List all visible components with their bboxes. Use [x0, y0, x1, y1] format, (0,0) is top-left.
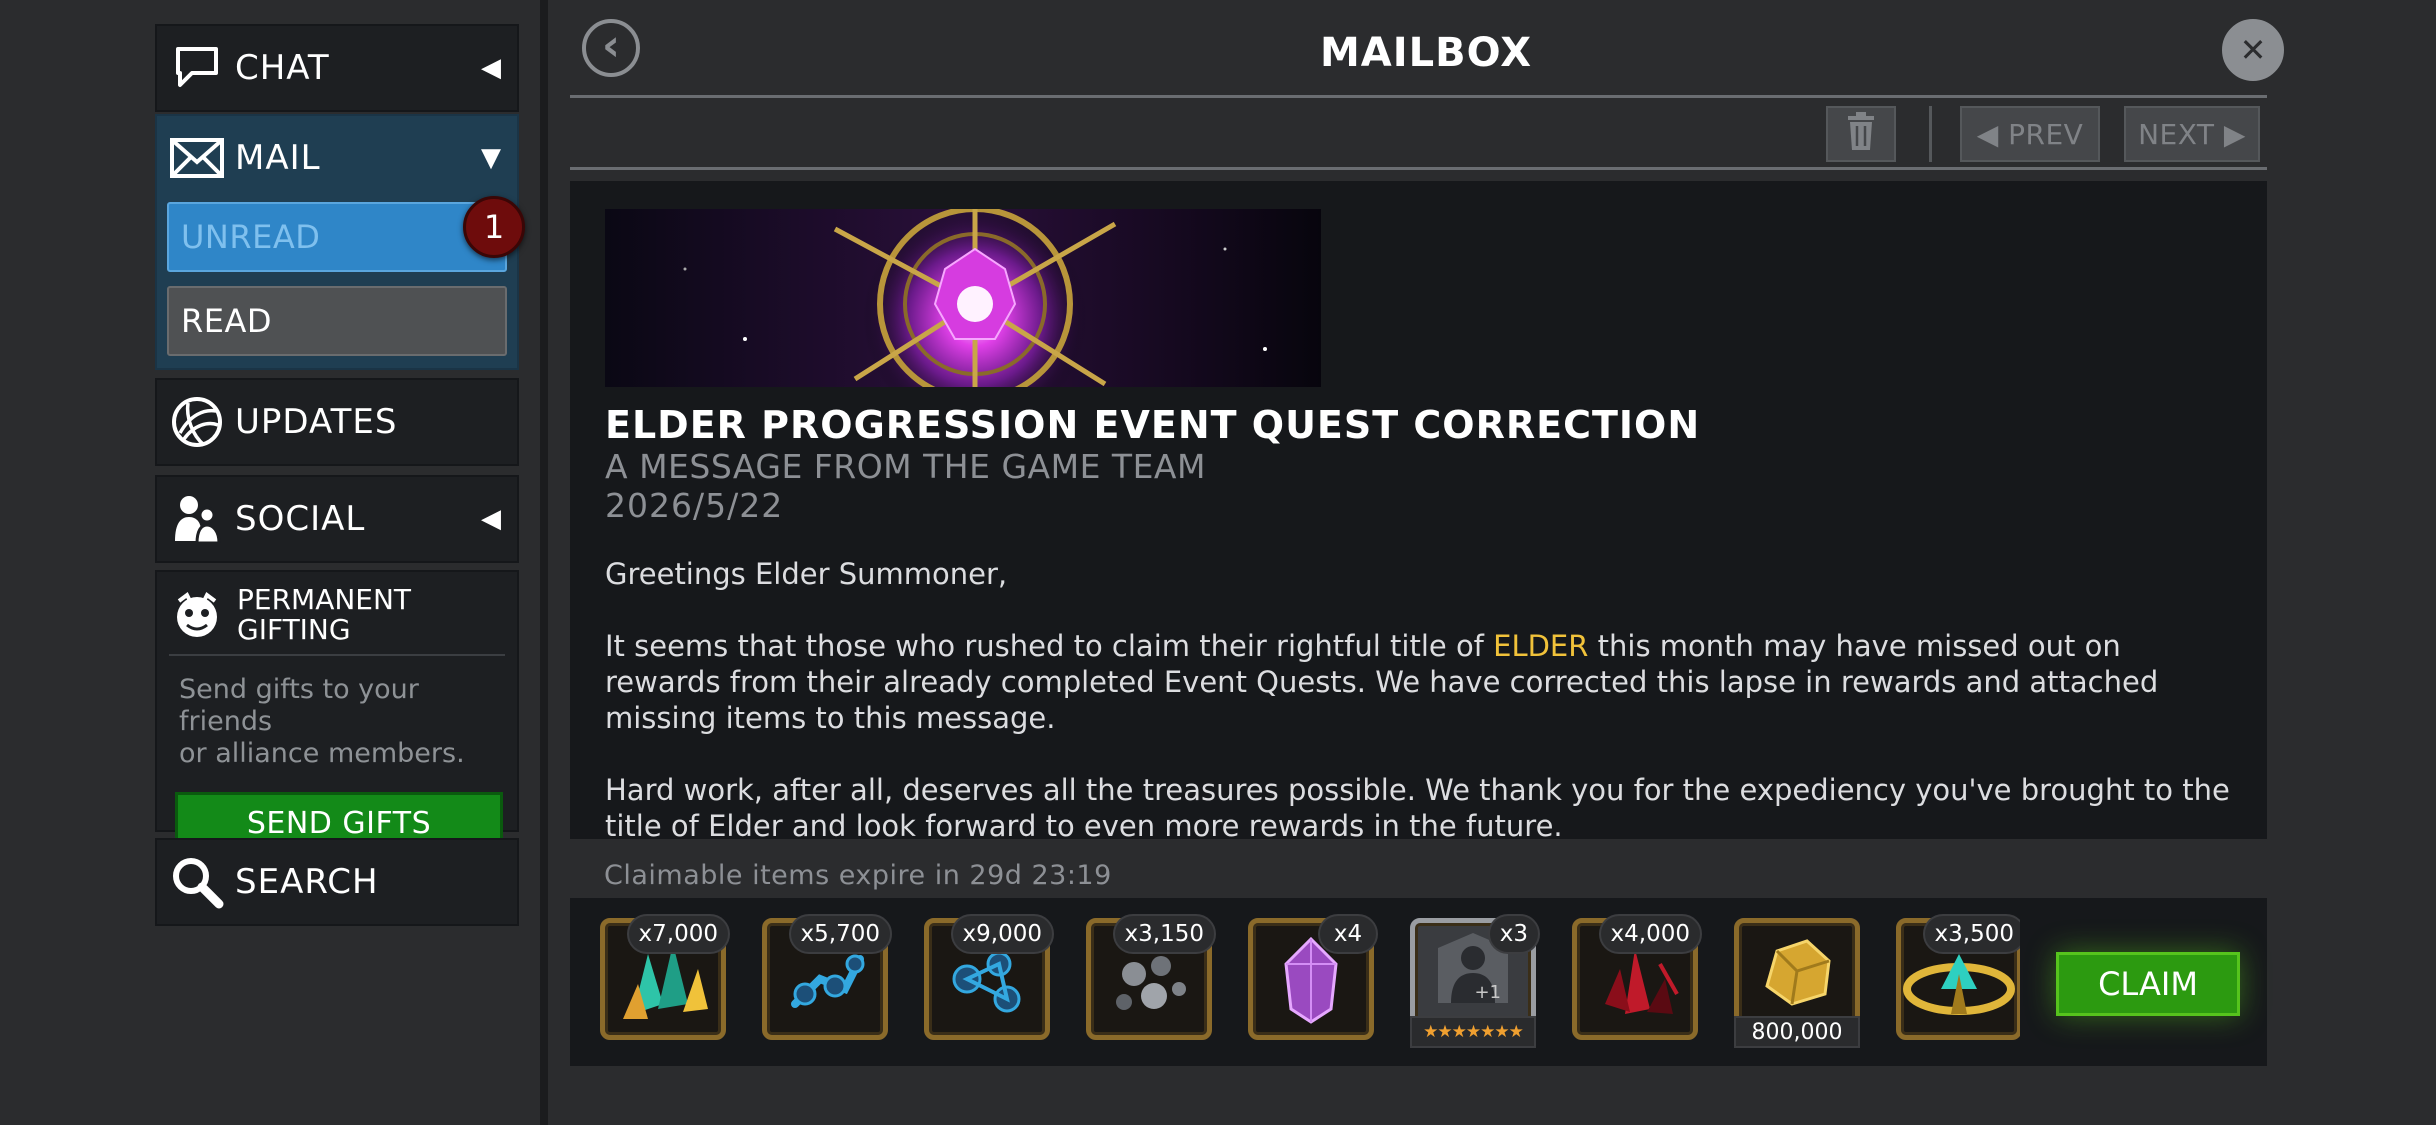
gifting-desc-line1: Send gifts to your friends	[179, 674, 419, 737]
message-body: Greetings Elder Summoner, It seems that …	[605, 556, 2235, 839]
reward-item[interactable]: x7,000	[600, 914, 730, 1040]
reward-quantity: x5,700	[788, 914, 892, 954]
gifting-description: Send gifts to your friends or alliance m…	[179, 674, 501, 770]
page-title: MAILBOX	[1320, 30, 1533, 76]
reward-item[interactable]: +1 x3 ★★★★★★★	[1410, 914, 1540, 1048]
message-title: ELDER PROGRESSION EVENT QUEST CORRECTION	[605, 403, 1701, 447]
prev-button[interactable]: ◀ PREV	[1960, 106, 2100, 162]
globe-icon	[169, 394, 225, 450]
reward-item[interactable]: x3,500	[1896, 914, 2020, 1040]
trash-icon	[1846, 111, 1876, 157]
message-text: It seems that those who rushed to claim …	[605, 629, 1494, 663]
reward-star-rating: ★★★★★★★	[1410, 1016, 1536, 1048]
mail-filter-unread[interactable]: UNREAD	[167, 202, 507, 272]
reward-item[interactable]: x4,000	[1572, 914, 1702, 1040]
sidebar-item-label: UPDATES	[235, 402, 398, 442]
sidebar-item-social[interactable]: SOCIAL ◀	[155, 475, 519, 563]
highlight-elder: ELDER	[1493, 629, 1589, 663]
mail-filter-read[interactable]: READ	[167, 286, 507, 356]
reward-quantity: x4,000	[1598, 914, 1702, 954]
gifting-divider	[169, 654, 505, 656]
message-panel: ELDER PROGRESSION EVENT QUEST CORRECTION…	[570, 181, 2267, 839]
collapse-arrow-icon: ◀	[481, 504, 501, 534]
gifting-desc-line2: or alliance members.	[179, 738, 465, 769]
sidebar-item-label: SEARCH	[235, 862, 379, 902]
gifting-title-line2: GIFTING	[237, 613, 351, 646]
message-date: 2026/5/22	[605, 486, 784, 525]
close-icon: ✕	[2239, 31, 2267, 69]
sidebar-item-search[interactable]: SEARCH	[155, 838, 519, 926]
message-greeting: Greetings Elder Summoner,	[605, 557, 1008, 591]
chat-bubble-icon	[169, 40, 225, 96]
permanent-gifting-panel: PERMANENT GIFTING Send gifts to your fri…	[155, 570, 519, 854]
claim-button[interactable]: CLAIM	[2056, 952, 2240, 1016]
search-icon	[169, 854, 225, 910]
reward-quantity: x7,000	[626, 914, 730, 954]
rewards-list: x7,000 x5,700 x9,000 x3,150 x4 +1 x3 ★★★…	[570, 898, 2020, 1066]
close-button[interactable]: ✕	[2222, 19, 2284, 81]
message-paragraph: It seems that those who rushed to claim …	[605, 628, 2235, 736]
reward-item[interactable]: x5,700	[762, 914, 892, 1040]
header-rule	[570, 95, 2267, 98]
message-paragraph: Hard work, after all, deserves all the t…	[605, 773, 2230, 839]
reward-gold-amount: 800,000	[1734, 1016, 1860, 1048]
reward-item[interactable]: x3,150	[1086, 914, 1216, 1040]
reward-quantity: x9,000	[950, 914, 1054, 954]
reward-item[interactable]: x9,000	[924, 914, 1054, 1040]
reward-quantity: x4	[1318, 914, 1378, 954]
social-people-icon	[169, 491, 225, 547]
reward-item[interactable]: 800,000	[1734, 918, 1860, 1048]
gift-mascot-icon	[169, 587, 225, 643]
sidebar-item-label: SOCIAL	[235, 499, 366, 539]
toolbar-rule	[570, 167, 2267, 170]
reward-quantity: x3,500	[1922, 914, 2020, 954]
expand-arrow-icon: ▼	[481, 143, 501, 173]
next-button[interactable]: NEXT ▶	[2124, 106, 2260, 162]
message-subtitle: A MESSAGE FROM THE GAME TEAM	[605, 447, 1206, 486]
collapse-arrow-icon: ◀	[481, 53, 501, 83]
sidebar-item-label: CHAT	[235, 48, 330, 88]
reward-item[interactable]: x4	[1248, 914, 1378, 1040]
rewards-bar: x7,000 x5,700 x9,000 x3,150 x4 +1 x3 ★★★…	[570, 898, 2267, 1066]
reward-quantity: x3	[1487, 914, 1540, 954]
sidebar-item-updates[interactable]: UPDATES	[155, 378, 519, 466]
delete-button[interactable]	[1826, 106, 1896, 162]
gold-icon	[1765, 939, 1831, 1006]
claim-expiry-text: Claimable items expire in 29d 23:19	[604, 860, 1112, 891]
message-banner-image	[605, 209, 1321, 387]
sidebar-item-mail[interactable]: MAIL ▼	[157, 116, 517, 200]
gifting-title-line1: PERMANENT	[237, 583, 412, 616]
sidebar-item-chat[interactable]: CHAT ◀	[155, 24, 519, 112]
envelope-icon	[169, 130, 225, 186]
back-button[interactable]: ‹	[582, 19, 640, 77]
sidebar-item-label: MAIL	[235, 138, 321, 178]
chevron-left-icon: ‹	[601, 20, 621, 71]
sidebar-section-mail: MAIL ▼ UNREAD READ 1	[155, 114, 525, 370]
unread-count-badge: 1	[463, 196, 525, 258]
rank-up-label: +1	[1474, 982, 1501, 1003]
reward-quantity: x3,150	[1112, 914, 1216, 954]
sidebar-divider	[540, 0, 548, 1125]
toolbar-divider	[1929, 106, 1932, 162]
